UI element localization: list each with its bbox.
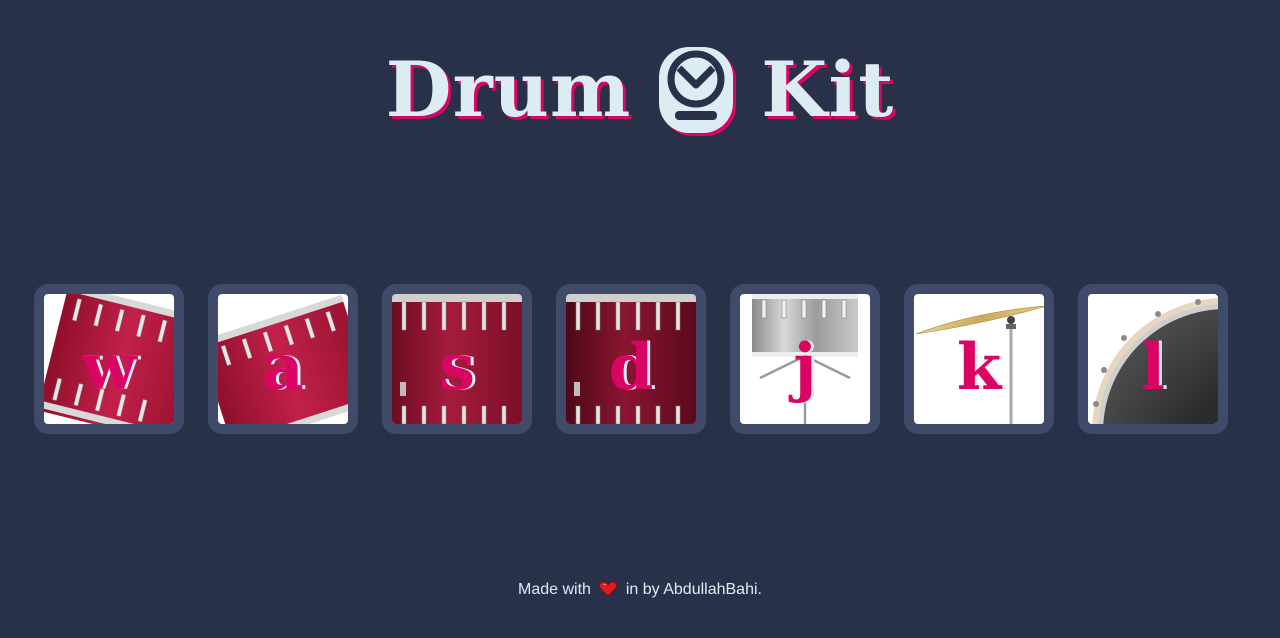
title-word-kit: Kit (761, 45, 895, 134)
drum-key-label: a (262, 330, 304, 405)
drum-face: s (392, 294, 522, 424)
drum-face: l (1088, 294, 1218, 424)
drum-key-label: k (956, 330, 1002, 405)
drum-button-d[interactable]: d (556, 284, 706, 434)
drum-face: a (218, 294, 348, 424)
drum-button-w[interactable]: w (34, 284, 184, 434)
drum-button-s[interactable]: s (382, 284, 532, 434)
drum-button-a[interactable]: a (208, 284, 358, 434)
page-title: Drum Kit (0, 40, 1280, 140)
footer: Made with in by AbdullahBahi. (0, 580, 1280, 600)
drum-button-k[interactable]: k (904, 284, 1054, 434)
drum-logo-icon (659, 47, 737, 136)
drum-face: w (44, 294, 174, 424)
footer-made-with: Made with (518, 581, 591, 598)
drum-face: j (740, 294, 870, 424)
drum-key-label: l (1140, 330, 1166, 405)
drum-key-label: w (81, 330, 137, 405)
heart-icon (599, 581, 618, 597)
drum-key-label: d (608, 330, 654, 405)
title-word-drum: Drum (385, 45, 632, 134)
drum-face: d (566, 294, 696, 424)
drum-button-l[interactable]: l (1078, 284, 1228, 434)
drum-key-label: j (793, 330, 817, 405)
drum-button-j[interactable]: j (730, 284, 880, 434)
footer-author: in by AbdullahBahi. (625, 581, 762, 598)
drum-set: w a s d j k l (34, 284, 1234, 434)
drum-key-label: s (438, 330, 476, 405)
drum-face: k (914, 294, 1044, 424)
